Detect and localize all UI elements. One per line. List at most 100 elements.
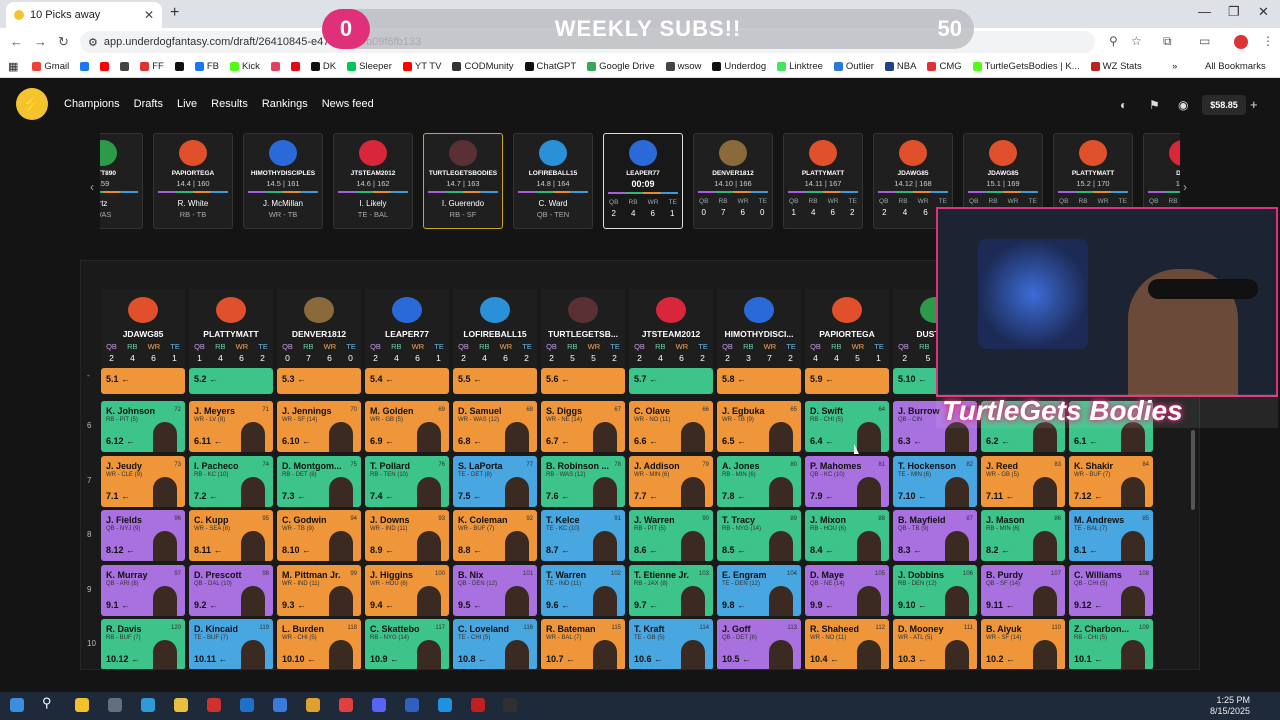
app-icon[interactable] bbox=[503, 698, 517, 712]
pick-cell[interactable]: J. Jeudy WR - CLE (9) 73 7.1 ← bbox=[101, 455, 185, 507]
all-bookmarks-folder[interactable]: All Bookmarks bbox=[1205, 61, 1266, 72]
apps-grid-icon[interactable]: ▦ bbox=[8, 60, 18, 73]
add-funds-icon[interactable]: + bbox=[1250, 97, 1258, 112]
pick-cell[interactable]: T. Etienne Jr. RB - JAX (8) 103 9.7 ← bbox=[629, 564, 713, 616]
gift-icon[interactable]: ⚑ bbox=[1149, 98, 1160, 112]
discord-icon[interactable] bbox=[372, 698, 386, 712]
back-icon[interactable]: ← bbox=[10, 34, 23, 49]
team-column-header[interactable]: LOFIREBALL15 QB RB WR TE 2 4 6 2 bbox=[453, 289, 537, 369]
pick-cell[interactable]: J. Egbuka WR - TB (9) 65 6.5 ← bbox=[717, 401, 801, 452]
bookmark-item[interactable]: Kick bbox=[229, 61, 260, 72]
pick-cell[interactable]: L. Burden WR - CHI (5) 118 10.10 ← bbox=[277, 619, 361, 669]
pick-cell[interactable]: D. Montgom... RB - DET (8) 75 7.3 ← bbox=[277, 455, 361, 507]
pick-cell[interactable]: D. Mooney WR - ATL (5) 111 10.3 ← bbox=[893, 619, 977, 669]
bookmark-item[interactable]: YT TV bbox=[402, 61, 441, 72]
carousel-prev-icon[interactable]: ‹ bbox=[90, 180, 94, 194]
app-icon[interactable] bbox=[207, 698, 221, 712]
file-explorer-icon[interactable] bbox=[174, 698, 188, 712]
nav-link-drafts[interactable]: Drafts bbox=[134, 98, 163, 110]
pick-cell[interactable]: K. Shakir WR - BUF (7) 84 7.12 ← bbox=[1069, 455, 1153, 507]
cast-icon[interactable]: ▭ bbox=[1199, 34, 1210, 48]
pick-cell[interactable]: 5.9 ← bbox=[805, 368, 889, 394]
menu-icon[interactable]: ⋮ bbox=[1262, 34, 1274, 48]
outlook-icon[interactable] bbox=[240, 698, 254, 712]
pick-cell[interactable]: C. Olave WR - NO (11) 66 6.6 ← bbox=[629, 401, 713, 452]
pick-cell[interactable]: R. Shaheed WR - NO (11) 112 10.4 ← bbox=[805, 619, 889, 669]
pick-cell[interactable]: D. Swift RB - CHI (5) 64 6.4 ← bbox=[805, 401, 889, 452]
pick-cell[interactable]: 5.5 ← bbox=[453, 368, 537, 394]
pick-cell[interactable]: J. Mixon RB - HOU (6) 88 8.4 ← bbox=[805, 510, 889, 561]
bookmark-item[interactable]: CMG bbox=[927, 61, 962, 72]
team-column-header[interactable]: PLATTYMATT QB RB WR TE 1 4 6 2 bbox=[189, 289, 273, 369]
extensions-icon[interactable]: ⧉ bbox=[1163, 34, 1172, 49]
pick-cell[interactable]: J. Jennings WR - SF (14) 70 6.10 ← bbox=[277, 401, 361, 452]
pick-cell[interactable]: T. Tracy RB - NYG (14) 89 8.5 ← bbox=[717, 510, 801, 561]
team-column-header[interactable]: JDAWG85 QB RB WR TE 2 4 6 1 bbox=[101, 289, 185, 369]
pick-cell[interactable]: M. Pittman Jr. WR - IND (11) 99 9.3 ← bbox=[277, 564, 361, 616]
pick-cell[interactable]: J. Fields QB - NYJ (9) 96 8.12 ← bbox=[101, 510, 185, 561]
pick-cell[interactable]: T. Pollard RB - TEN (10) 76 7.4 ← bbox=[365, 455, 449, 507]
pick-cell[interactable]: J. Meyers WR - LV (8) 71 6.11 ← bbox=[189, 401, 273, 452]
pick-cell[interactable]: R. Bateman WR - BAL (7) 115 10.7 ← bbox=[541, 619, 625, 669]
start-icon[interactable] bbox=[10, 698, 24, 712]
pick-cell[interactable]: C. Kupp WR - SEA (8) 95 8.11 ← bbox=[189, 510, 273, 561]
bookmark-item[interactable] bbox=[290, 61, 300, 72]
pick-cell[interactable]: J. Warren RB - PIT (5) 90 8.6 ← bbox=[629, 510, 713, 561]
bookmark-item[interactable]: CODMunity bbox=[452, 61, 514, 72]
team-column-header[interactable]: PAPIORTEGA QB RB WR TE 4 4 5 1 bbox=[805, 289, 889, 369]
nav-link-champions[interactable]: Champions bbox=[64, 98, 120, 110]
pick-cell[interactable]: S. Diggs WR - NE (14) 67 6.7 ← bbox=[541, 401, 625, 452]
app-icon[interactable] bbox=[405, 698, 419, 712]
board-scrollbar[interactable] bbox=[1191, 430, 1195, 510]
bookmark-item[interactable] bbox=[100, 61, 110, 72]
pick-cell[interactable]: T. Hockenson TE - MIN (6) 82 7.10 ← bbox=[893, 455, 977, 507]
minimize-icon[interactable]: — bbox=[1198, 4, 1211, 19]
team-column-header[interactable]: JTSTEAM2012 QB RB WR TE 2 4 6 2 bbox=[629, 289, 713, 369]
upcoming-pick-card[interactable]: DENVER1812 14.10 | 166 QB RB WR TE 0 7 6 0 bbox=[693, 133, 773, 229]
pick-cell[interactable]: K. Murray QB - ARI (8) 97 9.1 ← bbox=[101, 564, 185, 616]
pick-cell[interactable]: 5.1 ← bbox=[101, 368, 185, 394]
team-column-header[interactable]: DENVER1812 QB RB WR TE 0 7 6 0 bbox=[277, 289, 361, 369]
bookmark-item[interactable]: FF bbox=[140, 61, 164, 72]
pick-cell[interactable]: P. Mahomes QB - KC (10) 81 7.9 ← bbox=[805, 455, 889, 507]
pick-cell[interactable]: J. Downs WR - IND (11) 93 8.9 ← bbox=[365, 510, 449, 561]
pick-cell[interactable]: D. Maye QB - NE (14) 105 9.9 ← bbox=[805, 564, 889, 616]
pick-cell[interactable]: B. Robinson ... RB - WAS (12) 78 7.6 ← bbox=[541, 455, 625, 507]
browser-tab[interactable]: 10 Picks away ✕ bbox=[6, 2, 162, 28]
theme-toggle-icon[interactable]: ◐ bbox=[1120, 98, 1127, 112]
bookmark-star-icon[interactable]: ☆ bbox=[1131, 34, 1142, 48]
pick-cell[interactable]: C. Skattebo RB - NYG (14) 117 10.9 ← bbox=[365, 619, 449, 669]
pick-card[interactable]: LOFIREBALL15 14.8 | 164 C. Ward QB - TEN bbox=[513, 133, 593, 229]
bookmark-item[interactable]: FB bbox=[194, 61, 219, 72]
nav-link-results[interactable]: Results bbox=[211, 98, 248, 110]
current-pick-card[interactable]: LEAPER77 00:09 QB RB WR TE 2 4 6 1 bbox=[603, 133, 683, 229]
pick-cell[interactable]: J. Dobbins RB - DEN (12) 106 9.10 ← bbox=[893, 564, 977, 616]
bookmark-item[interactable] bbox=[174, 61, 184, 72]
pick-cell[interactable]: D. Kincaid TE - BUF (7) 119 10.11 ← bbox=[189, 619, 273, 669]
pick-cell[interactable]: M. Golden WR - GB (5) 69 6.9 ← bbox=[365, 401, 449, 452]
bookmark-item[interactable]: Google Drive bbox=[587, 61, 655, 72]
pick-cell[interactable]: 5.7 ← bbox=[629, 368, 713, 394]
pick-cell[interactable]: M. Andrews TE - BAL (7) 85 8.1 ← bbox=[1069, 510, 1153, 561]
search-icon[interactable]: ⚲ bbox=[42, 695, 56, 710]
app-icon[interactable] bbox=[438, 698, 452, 712]
pick-cell[interactable]: 5.4 ← bbox=[365, 368, 449, 394]
pick-cell[interactable]: C. Godwin WR - TB (9) 94 8.10 ← bbox=[277, 510, 361, 561]
pick-cell[interactable]: B. Aiyuk WR - SF (14) 110 10.2 ← bbox=[981, 619, 1065, 669]
store-icon[interactable] bbox=[273, 698, 287, 712]
app-icon[interactable] bbox=[306, 698, 320, 712]
site-info-icon[interactable]: ⚙ bbox=[88, 36, 98, 49]
forward-icon[interactable]: → bbox=[34, 34, 47, 49]
team-column-header[interactable]: HIMOTHYDISCI... QB RB WR TE 2 3 7 2 bbox=[717, 289, 801, 369]
close-tab-icon[interactable]: ✕ bbox=[144, 8, 154, 22]
pick-cell[interactable]: K. Coleman WR - BUF (7) 92 8.8 ← bbox=[453, 510, 537, 561]
pick-cell[interactable]: B. Mayfield QB - TB (9) 87 8.3 ← bbox=[893, 510, 977, 561]
balance-badge[interactable]: $58.85 bbox=[1202, 95, 1246, 115]
pick-card[interactable]: JTSTEAM2012 14.6 | 162 I. Likely TE - BAL bbox=[333, 133, 413, 229]
close-window-icon[interactable]: ✕ bbox=[1258, 4, 1269, 20]
pick-card[interactable]: HIMOTHYDISCIPLES 14.5 | 161 J. McMillan WR … bbox=[243, 133, 323, 229]
pick-cell[interactable]: 5.6 ← bbox=[541, 368, 625, 394]
nav-link-news-feed[interactable]: News feed bbox=[322, 98, 374, 110]
bookmark-item[interactable]: Outlier bbox=[833, 61, 874, 72]
bookmark-item[interactable] bbox=[80, 61, 90, 72]
